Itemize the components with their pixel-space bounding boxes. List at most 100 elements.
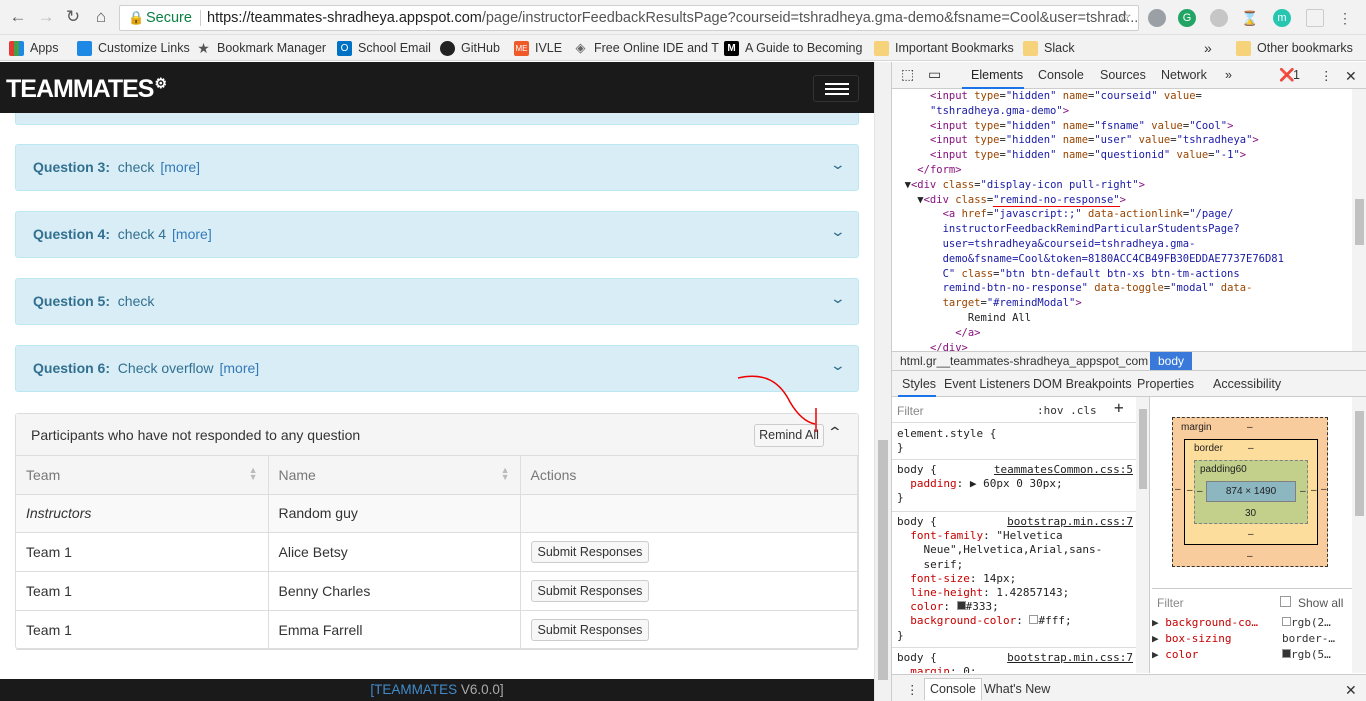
scrollbar-thumb[interactable] <box>1355 411 1364 516</box>
tab-console[interactable]: Console <box>1038 68 1084 82</box>
dom-scrollbar[interactable] <box>1352 89 1366 351</box>
submit-responses-button[interactable]: Submit Responses <box>530 540 650 563</box>
chevron-down-icon[interactable]: ⌄ <box>830 156 846 173</box>
home-icon[interactable]: ⌂ <box>91 7 111 27</box>
chevron-down-icon[interactable]: ⌄ <box>830 223 846 240</box>
question-panel-6[interactable]: Question 6: Check overflow [more] ⌄ <box>15 345 859 392</box>
question-panel-3[interactable]: Question 3: check [more] ⌄ <box>15 144 859 191</box>
chevron-down-icon[interactable]: ⌄ <box>830 290 846 307</box>
teammates-logo[interactable]: TEAMMATES⚙ <box>6 75 167 104</box>
rule-source-link[interactable]: bootstrap.min.css:7 <box>1007 515 1133 529</box>
rule-source-link[interactable]: bootstrap.min.css:7 <box>1007 651 1133 665</box>
bookmark-customize-links[interactable]: Customize Links <box>77 39 190 57</box>
breadcrumb-body[interactable]: body <box>1150 352 1192 370</box>
bookmark-slack[interactable]: Slack <box>1023 39 1075 57</box>
tab-event-listeners[interactable]: Event Listeners <box>944 377 1030 391</box>
bookmark-ide[interactable]: ◈ Free Online IDE and T <box>573 39 719 57</box>
breadcrumb-html[interactable]: html.gr__teammates-shradheya_appspot_com <box>900 352 1148 370</box>
hamburger-menu-icon[interactable] <box>813 75 859 102</box>
hov-cls-toggles[interactable]: :hov .cls <box>1037 404 1097 418</box>
error-count: 1 <box>1293 68 1300 82</box>
back-icon[interactable]: ← <box>8 7 28 27</box>
bookmark-other[interactable]: Other bookmarks <box>1236 39 1353 57</box>
bookmark-github[interactable]: GitHub <box>440 39 500 57</box>
rule-source-link[interactable]: teammatesCommon.css:5 <box>994 463 1133 477</box>
bookmark-important[interactable]: Important Bookmarks <box>874 39 1014 57</box>
devtools-menu-icon[interactable]: ⋮ <box>1320 68 1333 83</box>
hourglass-icon[interactable]: ⌛ <box>1241 9 1259 27</box>
no-response-panel-header[interactable]: Participants who have not responded to a… <box>16 414 858 456</box>
column-header-team[interactable]: Team ▲ ▼ <box>16 456 269 495</box>
bookmark-apps[interactable]: Apps <box>9 39 59 57</box>
device-toolbar-icon[interactable]: ▭ <box>928 66 941 83</box>
grammarly-icon[interactable]: G <box>1178 9 1196 27</box>
chevron-down-icon[interactable]: ⌄ <box>830 357 846 374</box>
tab-elements[interactable]: Elements <box>971 68 1023 82</box>
box-model-diagram[interactable]: margin – – – – border – – – – padding60 … <box>1172 417 1328 567</box>
sort-icon[interactable]: ▲ ▼ <box>249 466 258 482</box>
more-tabs-icon[interactable]: » <box>1225 68 1232 82</box>
styles-scrollbar[interactable] <box>1136 397 1150 673</box>
drawer-tab-whats-new[interactable]: What's New <box>984 682 1050 696</box>
inspect-element-icon[interactable]: ⬚ <box>901 66 914 83</box>
scrollbar-thumb[interactable] <box>878 440 888 680</box>
column-header-name[interactable]: Name ▲ ▼ <box>268 456 521 495</box>
extension-m-icon[interactable]: m <box>1273 9 1291 27</box>
styles-filter-input[interactable]: Filter <box>897 404 924 418</box>
bookmark-guide[interactable]: MA Guide to Becoming <box>724 39 862 57</box>
question-panel-4[interactable]: Question 4: check 4 [more] ⌄ <box>15 211 859 258</box>
question-text: check 4 <box>117 226 167 242</box>
extension-gear-icon[interactable] <box>1210 9 1228 27</box>
reload-icon[interactable]: ↻ <box>63 7 83 27</box>
new-rule-icon[interactable]: + <box>1114 399 1124 415</box>
bookmarks-overflow-chevron[interactable]: » <box>1204 39 1212 57</box>
scrollbar-thumb[interactable] <box>1139 409 1147 489</box>
tab-dom-breakpoints[interactable]: DOM Breakpoints <box>1033 377 1132 391</box>
computed-filter-input[interactable]: Filter <box>1157 596 1184 610</box>
tab-network[interactable]: Network <box>1161 68 1207 82</box>
address-bar[interactable]: 🔒 Secure https://teammates-shradheya.app… <box>119 5 1139 31</box>
computed-row[interactable]: ▶ box-sizing border-… <box>1152 631 1352 647</box>
footer-brand[interactable]: [TEAMMATES <box>370 682 457 697</box>
folder-icon <box>1023 40 1038 56</box>
extension-box-icon[interactable] <box>1306 9 1324 27</box>
chevron-up-icon[interactable]: ⌃ <box>827 424 843 441</box>
extension-globe-icon[interactable] <box>1148 9 1166 27</box>
drawer-close-icon[interactable]: ✕ <box>1345 682 1357 699</box>
dom-tree[interactable]: <input type="hidden" name="courseid" val… <box>892 89 1366 351</box>
more-link[interactable]: [more] <box>160 159 200 175</box>
table-row: Team 1 Emma Farrell Submit Responses <box>16 610 858 650</box>
bookmark-star-icon[interactable]: ☆ <box>1118 6 1132 30</box>
rule-element-style[interactable]: element.style { } <box>897 427 1133 455</box>
bookmark-school-email[interactable]: O School Email <box>337 39 431 57</box>
bookmark-ivle[interactable]: ME IVLE <box>514 39 562 57</box>
menu-dots-icon[interactable]: ⋮ <box>1336 9 1354 27</box>
tab-styles[interactable]: Styles <box>902 377 936 391</box>
drawer-tab-console[interactable]: Console <box>924 678 982 700</box>
computed-scrollbar[interactable] <box>1352 397 1366 673</box>
submit-responses-button[interactable]: Submit Responses <box>530 618 650 641</box>
drawer-menu-icon[interactable]: ⋮ <box>906 682 919 697</box>
more-link[interactable]: [more] <box>172 226 212 242</box>
box-content: 874 × 1490 <box>1206 481 1296 502</box>
bookmark-manager[interactable]: ★ Bookmark Manager <box>196 39 326 57</box>
show-all-checkbox[interactable] <box>1280 596 1291 607</box>
computed-row[interactable]: ▶ color rgb(5… <box>1152 647 1352 663</box>
tab-accessibility[interactable]: Accessibility <box>1213 377 1281 391</box>
medium-icon: M <box>724 40 739 56</box>
scrollbar-thumb[interactable] <box>1355 199 1364 245</box>
page-scrollbar[interactable] <box>874 62 891 701</box>
rule-body-2[interactable]: body { font-family: "Helvetica Neue",Hel… <box>897 515 1133 643</box>
styles-subtabs: Styles Event Listeners DOM Breakpoints P… <box>892 371 1366 397</box>
submit-responses-button[interactable]: Submit Responses <box>530 579 650 602</box>
name-cell: Emma Farrell <box>268 610 521 650</box>
question-panel-5[interactable]: Question 5: check ⌄ <box>15 278 859 325</box>
tab-sources[interactable]: Sources <box>1100 68 1146 82</box>
teammates-navbar: TEAMMATES⚙ <box>0 62 874 113</box>
tab-properties[interactable]: Properties <box>1137 377 1194 391</box>
close-icon[interactable]: ✕ <box>1345 68 1357 85</box>
forward-icon[interactable]: → <box>36 7 56 27</box>
more-link[interactable]: [more] <box>220 360 260 376</box>
sort-icon[interactable]: ▲ ▼ <box>501 466 510 482</box>
computed-row[interactable]: ▶ background-co… rgb(2… <box>1152 615 1352 631</box>
